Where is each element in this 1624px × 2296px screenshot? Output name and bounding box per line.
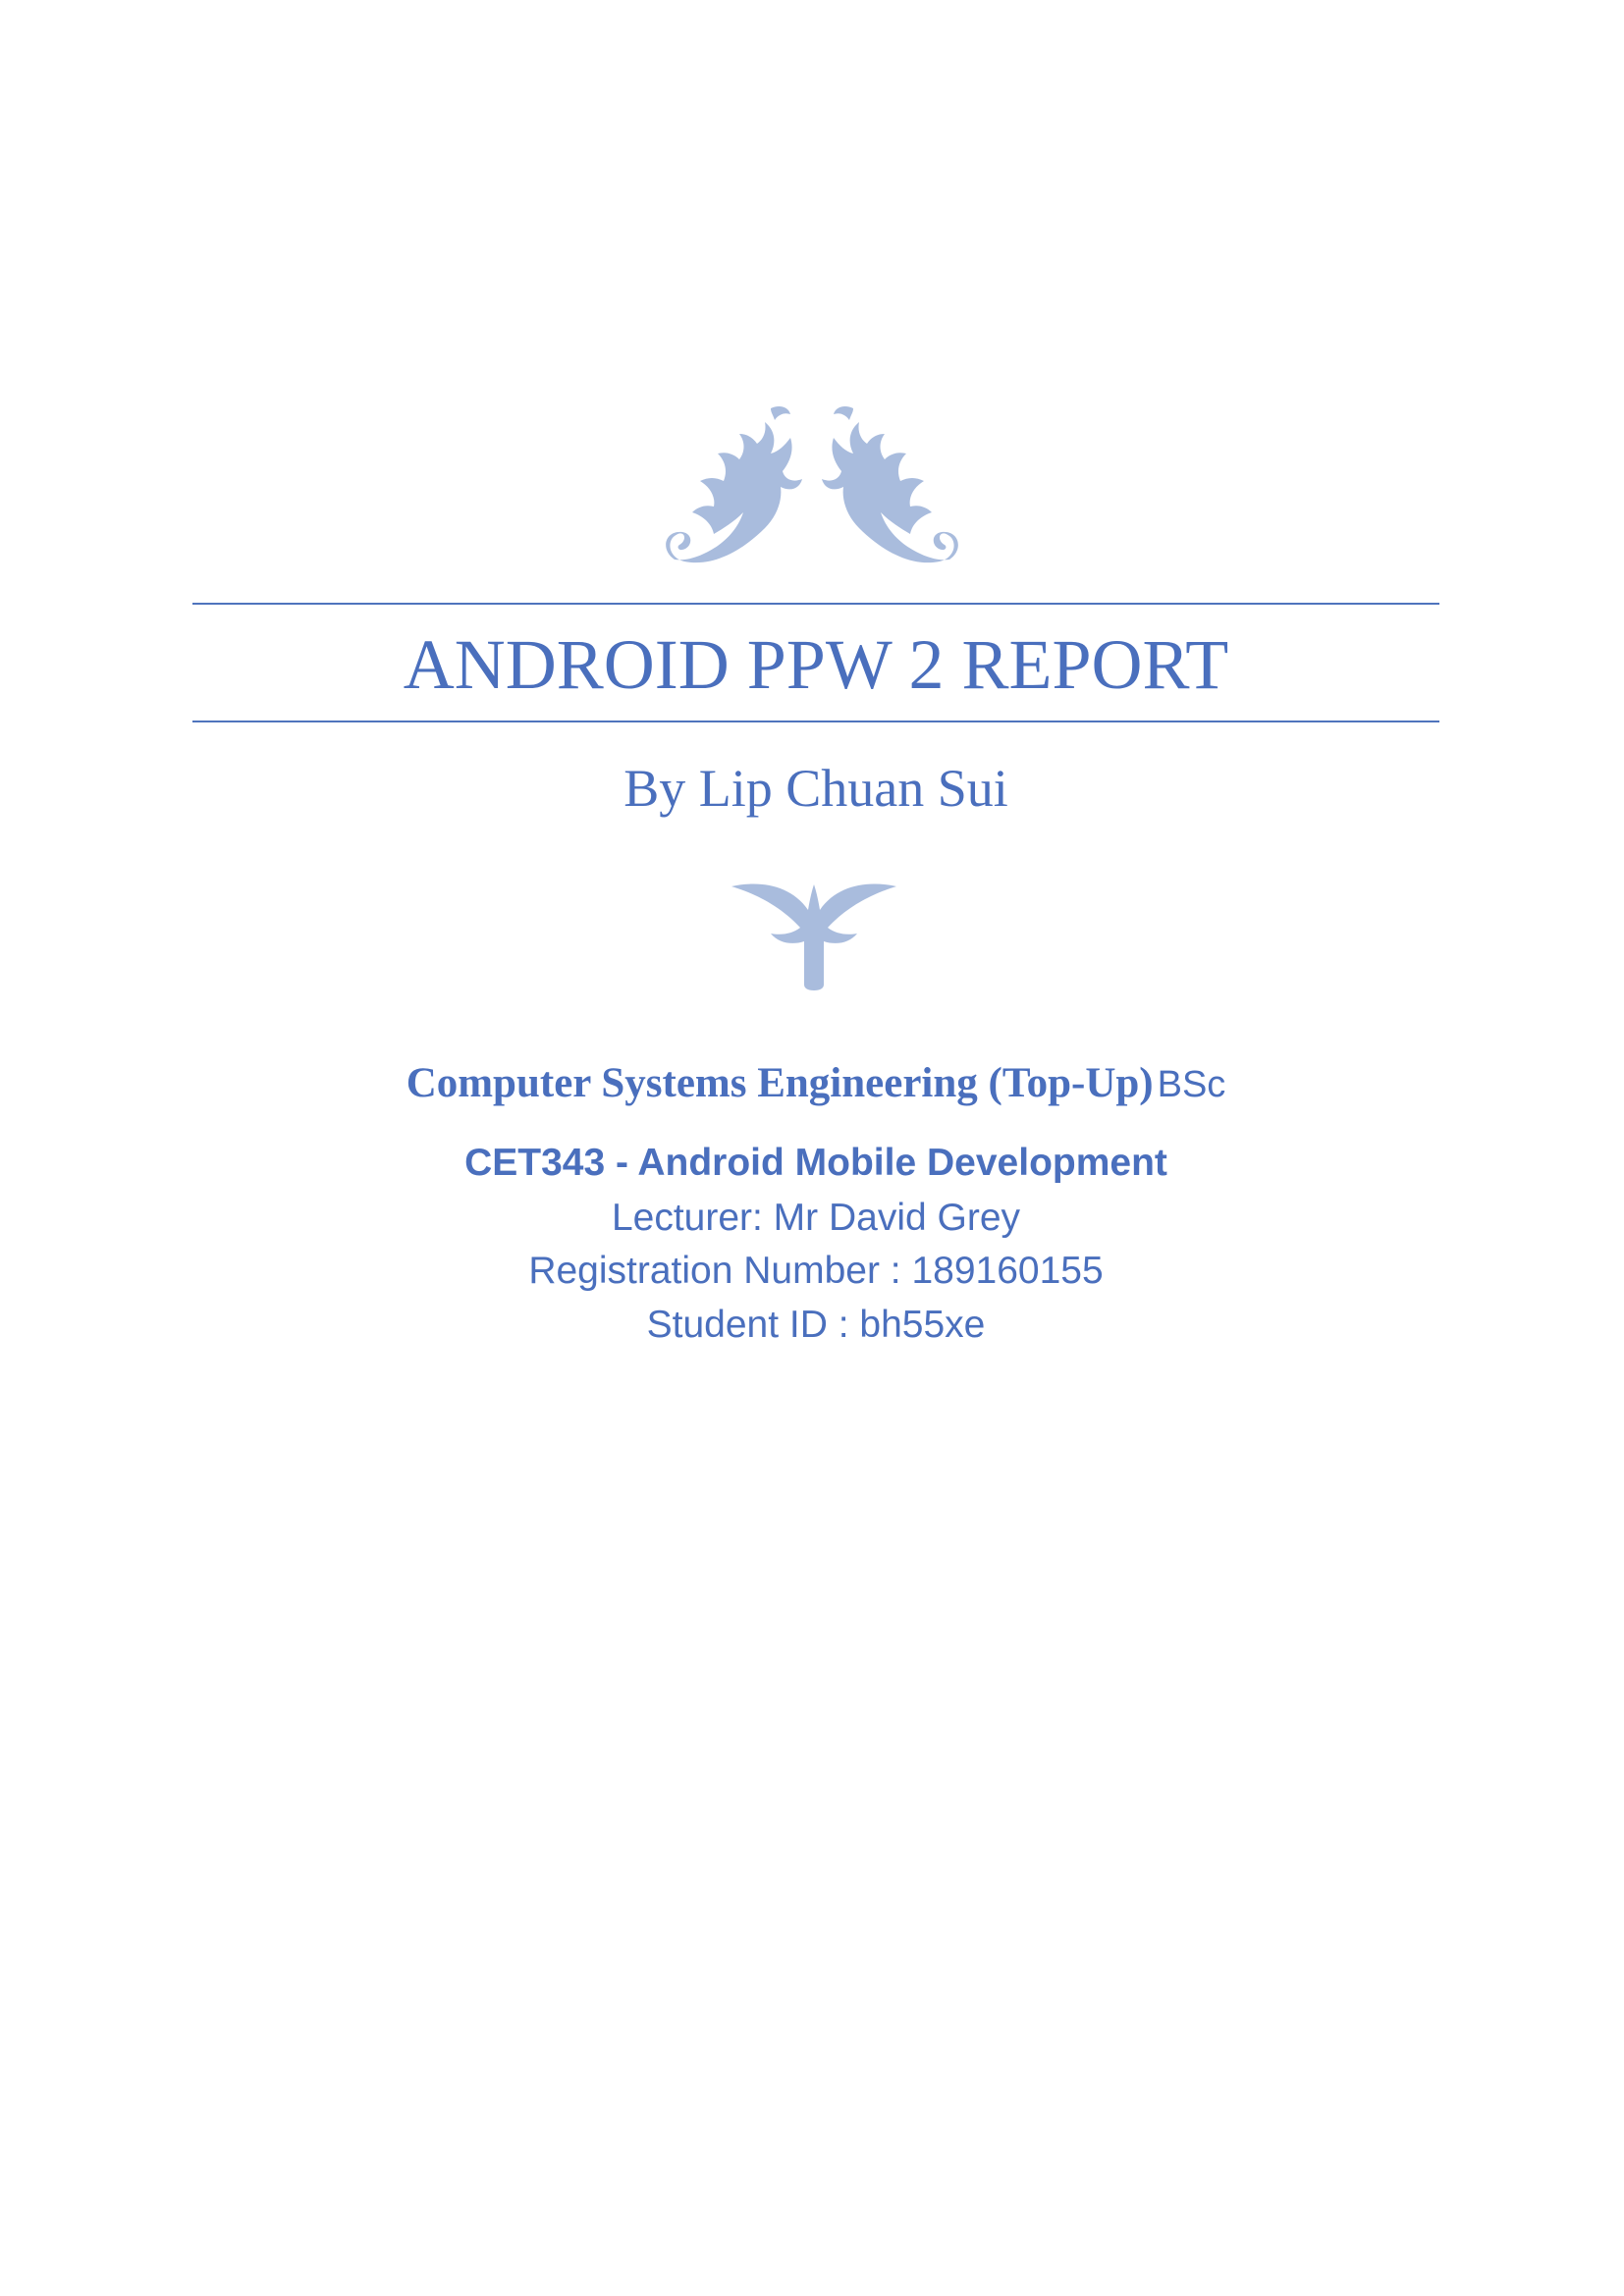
lecturer-line: Lecturer: Mr David Grey [611,1197,1021,1239]
registration-line: Registration Number : 189160155 [528,1250,1104,1292]
program-degree: BSc [1157,1064,1226,1105]
document-title: ANDROID PPW 2 REPORT [403,625,1229,704]
program-name: Computer Systems Engineering (Top-Up) [406,1060,1154,1106]
leaf-flourish-icon [731,883,896,990]
student-id-line: Student ID : bh55xe [646,1304,986,1346]
cover-page: ANDROID PPW 2 REPORT By Lip Chuan Sui Co… [0,0,1624,2296]
author-line: By Lip Chuan Sui [623,759,1008,818]
floral-flourish-icon [666,406,958,563]
title-rule-bottom [192,721,1439,722]
module-title: CET343 - Android Mobile Development [464,1142,1167,1184]
program-line: Computer Systems Engineering (Top-Up) BS… [192,1056,1439,1120]
title-rule-top [192,603,1439,605]
